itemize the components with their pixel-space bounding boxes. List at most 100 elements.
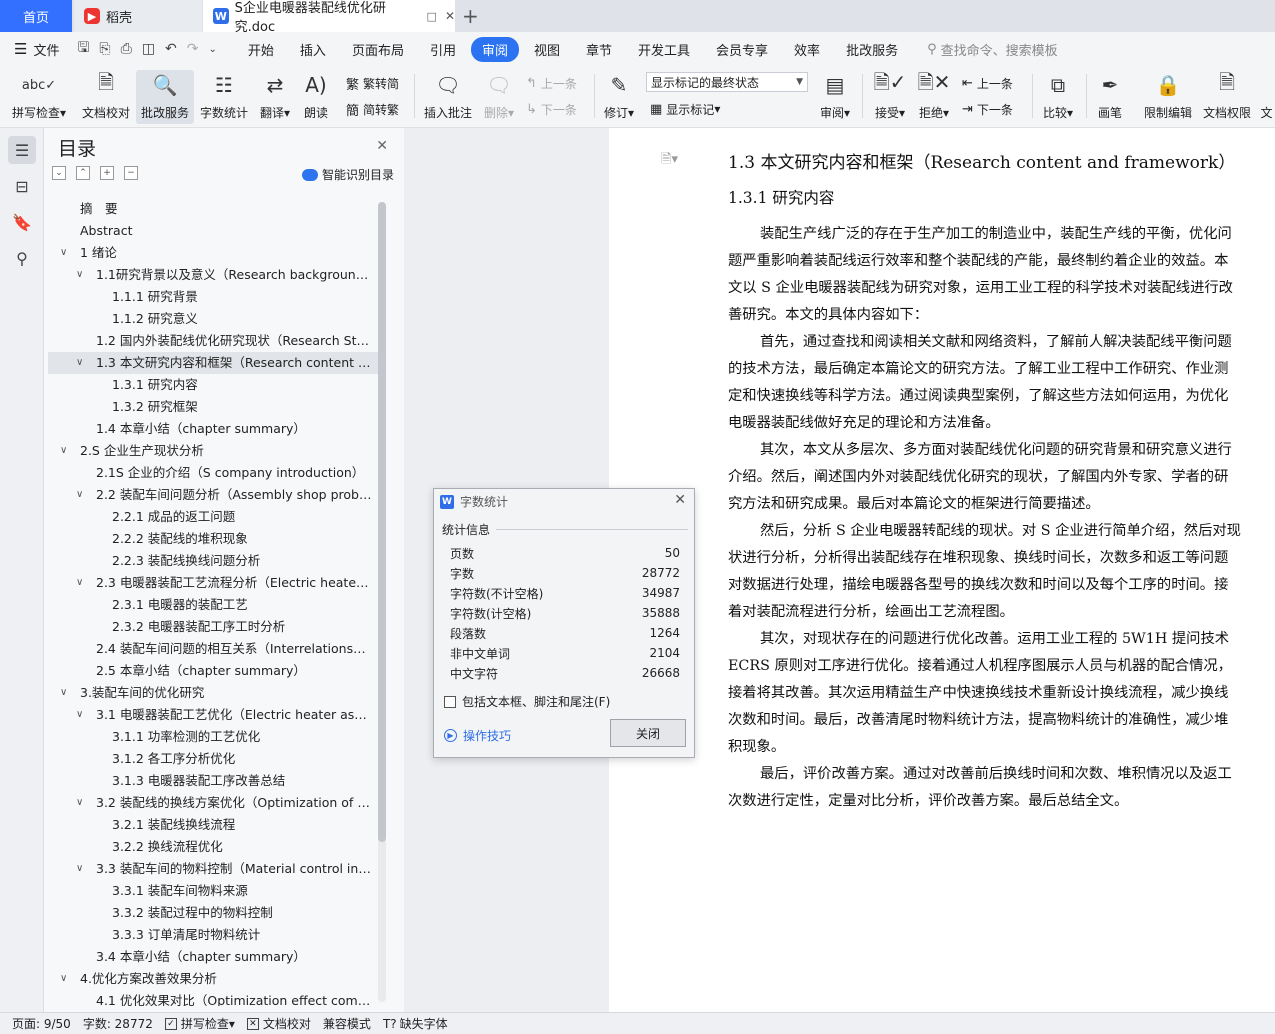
markup-mode-select[interactable]: 显示标记的最终状态 ▼	[646, 72, 808, 92]
checkbox[interactable]	[444, 695, 456, 708]
menu-developer[interactable]: 开发工具	[627, 37, 701, 62]
add-heading-icon[interactable]: +	[100, 166, 114, 180]
status-doc-proof[interactable]: ✕ 文档校对	[246, 1015, 311, 1032]
prev-change-button[interactable]: ⇤ 上一条	[962, 72, 1013, 94]
toc-item[interactable]: ∨ 3.3 装配车间的物料控制（Material control in the a…	[48, 858, 378, 880]
toc-scrollbar[interactable]	[378, 202, 386, 1002]
print-preview-icon[interactable]: ◫	[142, 41, 155, 57]
toc-item[interactable]: 1.3.1 研究内容	[48, 374, 378, 396]
toc-item[interactable]: 2.2.2 装配线的堆积现象	[48, 528, 378, 550]
translate-button[interactable]: ⇄ 翻译▾	[256, 70, 294, 124]
subsection-heading[interactable]: 1.3.1 研究内容	[728, 186, 834, 208]
menu-revise-service[interactable]: 批改服务	[835, 37, 909, 62]
toc-item[interactable]: ∨ 3.装配车间的优化研究	[48, 682, 378, 704]
tab-home[interactable]: 首页	[0, 0, 72, 32]
document-page[interactable]: 🗎▾ 1.3 本文研究内容和框架（Research content and fr…	[609, 128, 1275, 1012]
page-marker-icon[interactable]: 🗎▾	[661, 150, 678, 172]
toc-item[interactable]: 3.1.1 功率检测的工艺优化	[48, 726, 378, 748]
toc-item[interactable]: 1.1.1 研究背景	[48, 286, 378, 308]
toc-item[interactable]: 2.2.1 成品的返工问题	[48, 506, 378, 528]
toc-item[interactable]: 2.3.2 电暖器装配工序工时分析	[48, 616, 378, 638]
compare-button[interactable]: ⧉ 比较▾	[1038, 70, 1078, 124]
smart-toc-button[interactable]: 智能识别目录	[301, 166, 394, 183]
section-heading[interactable]: 1.3 本文研究内容和框架（Research content and frame…	[728, 148, 1235, 173]
accept-button[interactable]: 🗎✓ 接受▾	[870, 70, 910, 124]
toc-item[interactable]: 2.2.3 装配线换线问题分析	[48, 550, 378, 572]
insert-comment-button[interactable]: 🗨 插入批注	[420, 70, 476, 124]
dialog-titlebar[interactable]: W 字数统计	[440, 493, 508, 510]
menu-efficiency[interactable]: 效率	[783, 37, 831, 62]
toc-scroll-thumb[interactable]	[378, 202, 386, 842]
toc-item[interactable]: 3.4 本章小结（chapter summary）	[48, 946, 378, 968]
toc-item[interactable]: 3.1.2 各工序分析优化	[48, 748, 378, 770]
chevron-down-icon[interactable]: ∨	[76, 352, 83, 374]
chevron-down-icon[interactable]: ∨	[76, 264, 83, 286]
command-search[interactable]: ⚲ 查找命令、搜索模板	[927, 40, 1058, 59]
save-icon[interactable]: 🖫	[77, 37, 89, 61]
spell-check-button[interactable]: abc✓ 拼写检查▾	[8, 70, 70, 124]
compat-mode-indicator[interactable]: 兼容模式	[323, 1015, 371, 1032]
doc-permission-button[interactable]: 🗎 文档权限	[1200, 70, 1254, 124]
menu-view[interactable]: 视图	[523, 37, 571, 62]
toc-item[interactable]: Abstract	[48, 220, 378, 242]
undo-icon[interactable]: ↶	[165, 41, 177, 57]
toc-item[interactable]: ∨ 1.1研究背景以及意义（Research background and sig…	[48, 264, 378, 286]
toc-item[interactable]: 2.5 本章小结（chapter summary）	[48, 660, 378, 682]
toc-item[interactable]: ∨ 2.3 电暖器装配工艺流程分析（Electric heater assembl…	[48, 572, 378, 594]
page-indicator[interactable]: 页面: 9/50	[12, 1015, 71, 1032]
document-body[interactable]: 装配生产线广泛的存在于生产加工的制造业中，装配生产线的平衡，优化问 题严重影响着装…	[728, 221, 1275, 815]
menu-page-layout[interactable]: 页面布局	[341, 37, 415, 62]
toc-item[interactable]: 1.3.2 研究框架	[48, 396, 378, 418]
toc-item[interactable]: 3.3.1 装配车间物料来源	[48, 880, 378, 902]
chevron-down-icon[interactable]: ∨	[76, 484, 83, 506]
print-icon[interactable]: ⎙	[121, 41, 132, 57]
toc-item[interactable]: ∨ 2.2 装配车间问题分析（Assembly shop problem anal…	[48, 484, 378, 506]
doc-proof-button[interactable]: 🗎 文档校对	[78, 70, 134, 124]
to-traditional-button[interactable]: 繁繁转简	[346, 72, 399, 94]
bookmark-icon[interactable]: 🔖	[8, 208, 36, 236]
chevron-down-icon[interactable]: ∨	[60, 682, 67, 704]
toc-item[interactable]: 摘 要	[48, 198, 378, 220]
dialog-close-icon[interactable]: ✕	[674, 492, 686, 508]
remove-heading-icon[interactable]: −	[124, 166, 138, 180]
word-count-button[interactable]: ☷ 字数统计	[196, 70, 252, 124]
dialog-close-button[interactable]: 关闭	[610, 719, 686, 747]
chevron-down-icon[interactable]: ∨	[60, 242, 67, 264]
to-simplified-button[interactable]: 簡简转繁	[346, 98, 399, 120]
review-pane-button[interactable]: ▤ 审阅▾	[816, 70, 854, 124]
toc-item[interactable]: 3.2.2 换线流程优化	[48, 836, 378, 858]
toc-item[interactable]: ∨ 1 绪论	[48, 242, 378, 264]
track-changes-button[interactable]: ✎ 修订▾	[600, 70, 638, 124]
toc-item[interactable]: 3.2.1 装配线换线流程	[48, 814, 378, 836]
toc-item[interactable]: 3.3.3 订单清尾时物料统计	[48, 924, 378, 946]
prev-comment-button[interactable]: ↰ 上一条	[526, 72, 577, 94]
export-icon[interactable]: ⎘	[99, 41, 110, 57]
chevron-down-icon[interactable]: ∨	[76, 858, 83, 880]
toc-item[interactable]: 1.1.2 研究意义	[48, 308, 378, 330]
chapter-nav-icon[interactable]: ⊟	[8, 172, 36, 200]
menu-insert[interactable]: 插入	[289, 37, 337, 62]
file-menu[interactable]: ☰ 文件	[14, 40, 59, 59]
delete-comment-button[interactable]: 🗨 删除▾	[480, 70, 518, 124]
menu-start[interactable]: 开始	[237, 37, 285, 62]
toc-item[interactable]: 3.3.2 装配过程中的物料控制	[48, 902, 378, 924]
close-tab-icon[interactable]: ✕	[445, 9, 455, 23]
menu-member[interactable]: 会员专享	[705, 37, 779, 62]
revise-service-button[interactable]: 🔍 批改服务	[136, 70, 194, 124]
expand-up-icon[interactable]: ⌃	[76, 166, 90, 180]
toc-item[interactable]: 4.1 优化效果对比（Optimization effect compariso…	[48, 990, 378, 1006]
toc-item[interactable]: ∨ 3.2 装配线的换线方案优化（Optimization of line cha…	[48, 792, 378, 814]
pen-button[interactable]: ✒ 画笔	[1092, 70, 1128, 124]
toc-item[interactable]: 2.1S 企业的介绍（S company introduction）	[48, 462, 378, 484]
tips-link[interactable]: ▶ 操作技巧	[444, 727, 511, 744]
show-markup-button[interactable]: ▦ 显示标记 ▾	[650, 98, 720, 120]
toc-item[interactable]: 3.1.3 电暖器装配工序改善总结	[48, 770, 378, 792]
tab-daoke[interactable]: ▶ 稻壳	[74, 0, 202, 32]
chevron-down-icon[interactable]: ∨	[60, 968, 67, 990]
chevron-down-icon[interactable]: ∨	[76, 792, 83, 814]
toc-item[interactable]: 1.4 本章小结（chapter summary）	[48, 418, 378, 440]
toc-item[interactable]: ∨ 3.1 电暖器装配工艺优化（Electric heater assembly …	[48, 704, 378, 726]
chevron-down-icon[interactable]: ∨	[60, 440, 67, 462]
menu-chapter[interactable]: 章节	[575, 37, 623, 62]
toc-item[interactable]: ∨ 2.S 企业生产现状分析	[48, 440, 378, 462]
